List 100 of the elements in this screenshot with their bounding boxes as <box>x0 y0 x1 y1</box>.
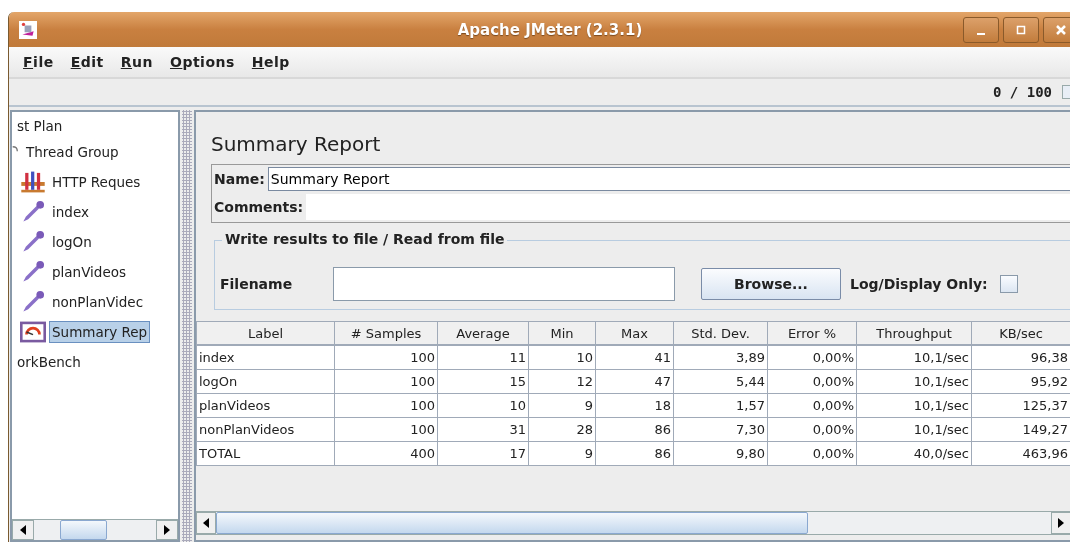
filename-label: Filename <box>220 276 294 292</box>
table-cell: 10,1/sec <box>856 345 972 370</box>
dropper-icon <box>20 200 46 224</box>
table-cell: 86 <box>595 417 674 442</box>
tree-item[interactable]: nonPlanVidec <box>49 291 147 313</box>
tree-item[interactable]: Thread Group <box>23 141 122 163</box>
menu-item[interactable]: Help <box>243 52 299 72</box>
minimize-button[interactable] <box>963 16 999 43</box>
column-header[interactable]: KB/sec <box>971 321 1070 345</box>
left-arrow-icon <box>20 525 26 535</box>
dropper-icon <box>20 260 46 284</box>
tree-item[interactable]: Summary Rep <box>49 321 151 343</box>
scroll-right-button[interactable] <box>1051 512 1070 534</box>
tree-line-icon <box>12 146 18 152</box>
table-cell: logOn <box>196 369 335 394</box>
group-title: Write results to file / Read from file <box>222 231 508 247</box>
table-cell: 28 <box>528 417 596 442</box>
table-cell: 0,00% <box>767 441 857 466</box>
table-cell: 0,00% <box>767 393 857 418</box>
table-cell: 10 <box>528 345 596 370</box>
scrollbar-thumb[interactable] <box>60 520 107 540</box>
minimize-icon <box>977 32 985 35</box>
right-arrow-icon <box>164 525 170 535</box>
column-header[interactable]: Max <box>595 321 674 345</box>
table-cell: 11 <box>437 345 529 370</box>
browse-button[interactable]: Browse... <box>701 268 841 300</box>
table-cell: 40,0/sec <box>856 441 972 466</box>
column-header[interactable]: Throughput <box>856 321 972 345</box>
table-cell: planVideos <box>196 393 335 418</box>
table-cell: TOTAL <box>196 441 335 466</box>
rack-icon <box>20 170 46 194</box>
table-cell: 31 <box>437 417 529 442</box>
table-cell: 86 <box>595 441 674 466</box>
scroll-left-button[interactable] <box>12 520 34 540</box>
menu-item[interactable]: Edit <box>62 52 113 72</box>
table-cell: 15 <box>437 369 529 394</box>
table-cell: index <box>196 345 335 370</box>
table-cell: 100 <box>334 417 438 442</box>
log-display-only-checkbox[interactable] <box>999 275 1018 293</box>
log-display-only-label: Log/Display Only: <box>850 276 988 292</box>
table-cell: 3,89 <box>673 345 768 370</box>
scroll-right-button[interactable] <box>156 520 178 540</box>
column-header[interactable]: # Samples <box>334 321 438 345</box>
dropper-icon <box>20 290 46 314</box>
progress-counter: 0 / 100 <box>993 84 1052 100</box>
table-cell: 10,1/sec <box>856 369 972 394</box>
table-cell: 18 <box>595 393 674 418</box>
window-title: Apache JMeter (2.3.1) <box>456 20 644 39</box>
column-header[interactable]: Label <box>196 321 335 345</box>
table-cell: 47 <box>595 369 674 394</box>
maximize-button[interactable] <box>1003 16 1039 43</box>
splitter-handle[interactable] <box>182 110 192 542</box>
table-cell: 100 <box>334 345 438 370</box>
tree-item[interactable]: planVideos <box>49 261 129 283</box>
table-cell: 12 <box>528 369 596 394</box>
tree-item[interactable]: HTTP Reques <box>49 171 144 193</box>
name-field[interactable]: Summary Report <box>267 167 1070 191</box>
tree-item[interactable]: index <box>49 201 92 223</box>
left-arrow-icon <box>203 518 209 528</box>
app-icon <box>19 20 37 39</box>
table-cell: 0,00% <box>767 345 857 370</box>
table-cell: 7,30 <box>673 417 768 442</box>
table-cell: 100 <box>334 393 438 418</box>
name-label: Name: <box>214 171 265 187</box>
column-header[interactable]: Error % <box>767 321 857 345</box>
table-cell: 9,80 <box>673 441 768 466</box>
panel-title: Summary Report <box>211 132 382 156</box>
table-cell: 10 <box>437 393 529 418</box>
column-header[interactable]: Std. Dev. <box>673 321 768 345</box>
tree-item[interactable]: st Plan <box>14 115 66 137</box>
table-cell: 10,1/sec <box>856 393 972 418</box>
table-cell: nonPlanVideos <box>196 417 335 442</box>
menu-item[interactable]: Run <box>112 52 162 72</box>
column-header[interactable]: Min <box>528 321 596 345</box>
scrollbar-thumb[interactable] <box>216 512 808 534</box>
tree-item[interactable]: logOn <box>49 231 95 253</box>
dropper-icon <box>20 230 46 254</box>
menu-item[interactable]: Options <box>162 52 244 72</box>
close-icon <box>1055 23 1067 36</box>
right-arrow-icon <box>1058 518 1064 528</box>
table-cell: 0,00% <box>767 417 857 442</box>
table-cell: 41 <box>595 345 674 370</box>
table-cell: 400 <box>334 441 438 466</box>
filename-field[interactable] <box>333 267 675 301</box>
table-cell: 100 <box>334 369 438 394</box>
column-header[interactable]: Average <box>437 321 529 345</box>
table-cell: 5,44 <box>673 369 768 394</box>
table-cell: 9 <box>528 441 596 466</box>
tree-item[interactable]: orkBench <box>14 351 84 373</box>
table-cell: 1,57 <box>673 393 768 418</box>
close-button[interactable] <box>1043 16 1070 43</box>
menu-item[interactable]: File <box>15 52 63 72</box>
scroll-left-button[interactable] <box>196 512 216 534</box>
table-cell: 10,1/sec <box>856 417 972 442</box>
gauge-icon <box>20 320 46 344</box>
comments-label: Comments: <box>214 199 304 215</box>
maximize-icon <box>1015 23 1027 36</box>
table-cell: 0,00% <box>767 369 857 394</box>
table-cell: 17 <box>437 441 529 466</box>
table-cell: 9 <box>528 393 596 418</box>
